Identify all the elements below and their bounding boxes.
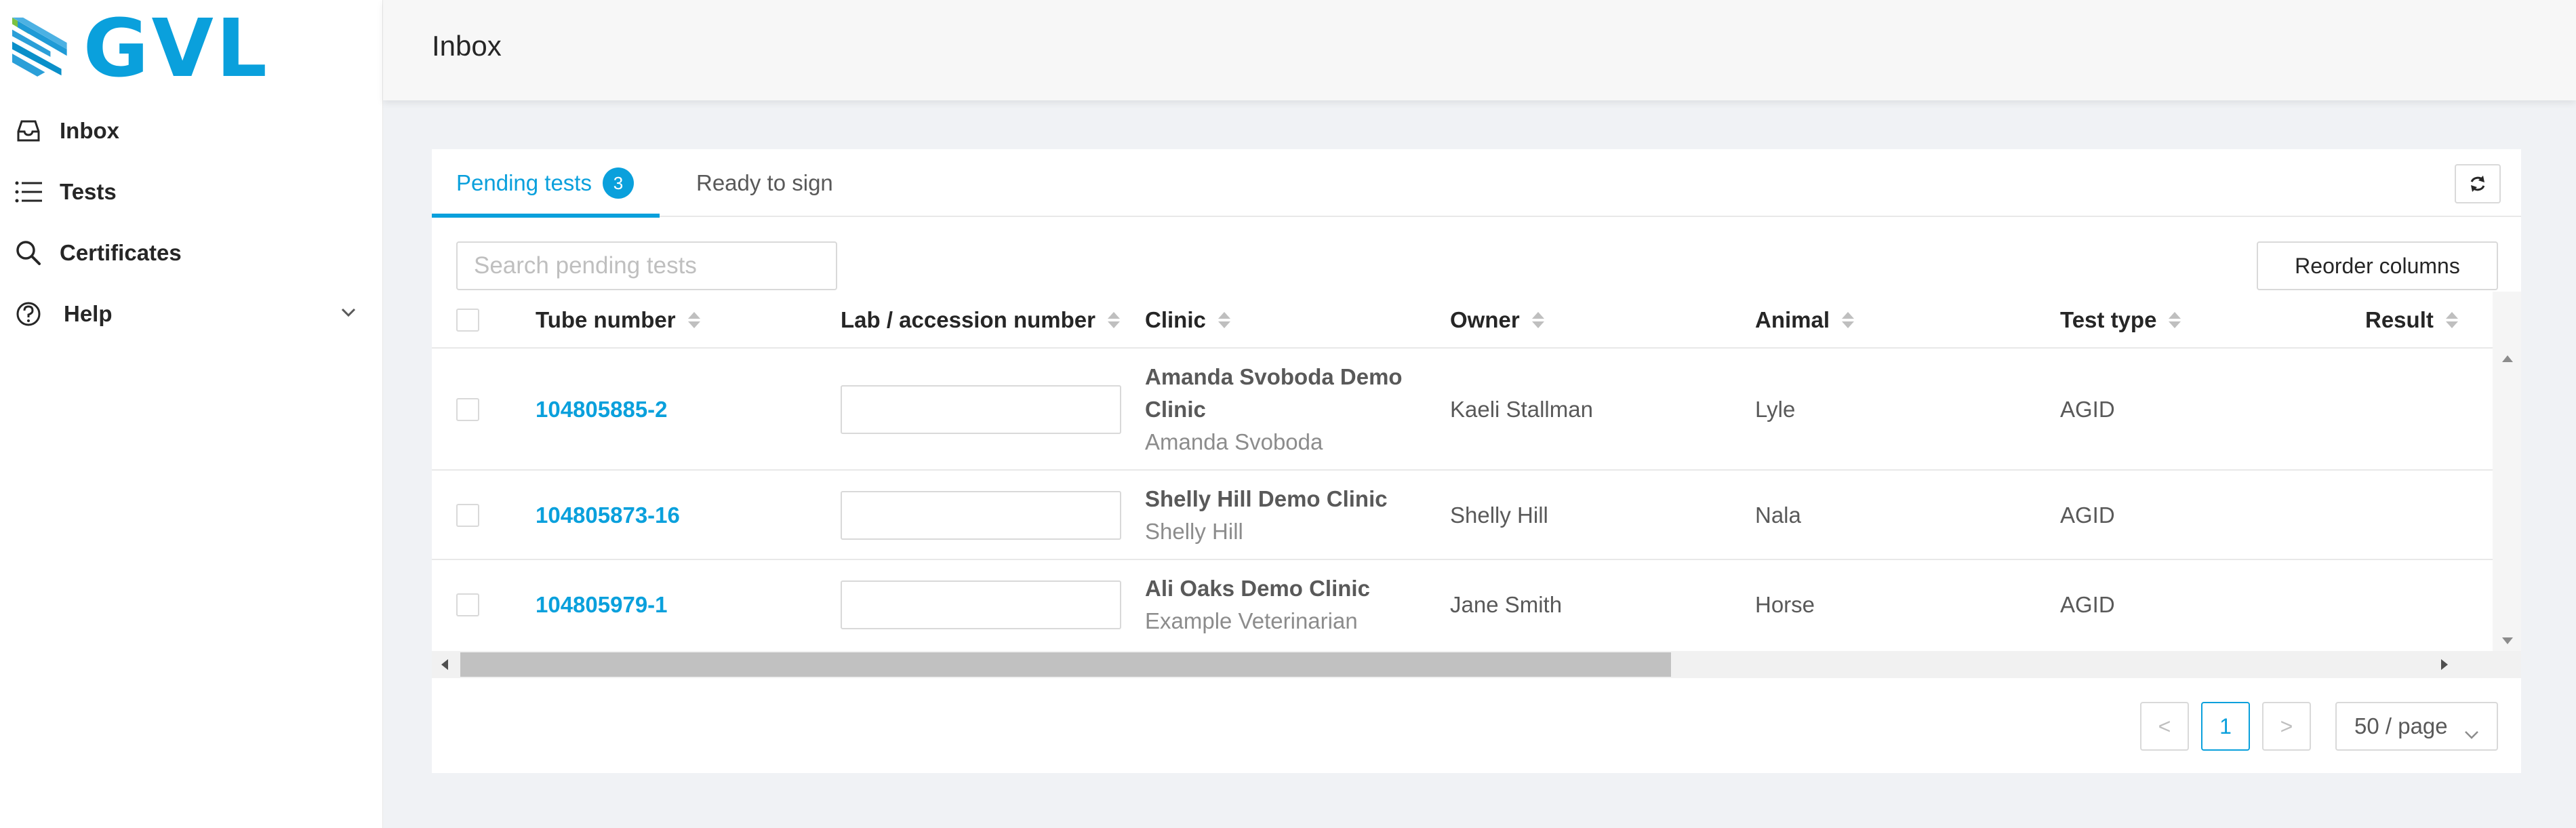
tab-label: Ready to sign: [696, 170, 833, 195]
list-icon: [14, 177, 43, 207]
brand-name: GVL: [83, 1, 270, 95]
column-label: Owner: [1450, 307, 1520, 332]
animal-cell: Horse: [1755, 592, 1815, 617]
tube-number-link[interactable]: 104805873-16: [536, 471, 680, 560]
clinic-veterinarian: Shelly Hill: [1145, 519, 1243, 544]
lab-accession-input[interactable]: [841, 491, 1121, 540]
page-title: Inbox: [432, 30, 502, 62]
row-checkbox[interactable]: [456, 398, 479, 421]
column-header-test-type[interactable]: Test type: [2060, 292, 2181, 349]
table-row: 104805885-2 Amanda Svoboda Demo Clinic A…: [432, 349, 2493, 471]
owner-cell: Kaeli Stallman: [1450, 397, 1593, 422]
sort-icon[interactable]: [2169, 312, 2181, 328]
clinic-name: Shelly Hill Demo Clinic: [1145, 486, 1388, 511]
row-checkbox[interactable]: [456, 593, 479, 616]
tab-pending-tests[interactable]: Pending tests 3: [456, 149, 634, 217]
chevron-down-icon[interactable]: [341, 308, 356, 321]
column-header-owner[interactable]: Owner: [1450, 292, 1544, 349]
clinic-name: Ali Oaks Demo Clinic: [1145, 576, 1370, 601]
scroll-down-arrow-icon[interactable]: [2502, 637, 2513, 644]
gvl-logo-icon: [12, 17, 67, 77]
chevron-down-icon: [2464, 719, 2479, 745]
tab-label: Pending tests: [456, 170, 592, 195]
clinic-cell: Amanda Svoboda Demo Clinic Amanda Svobod…: [1145, 349, 1430, 471]
sidebar-item-label: Tests: [60, 179, 117, 204]
owner-cell: Jane Smith: [1450, 592, 1563, 617]
test-type-cell: AGID: [2060, 397, 2115, 422]
page-size-select[interactable]: 50 / page: [2335, 702, 2498, 751]
tab-ready-to-sign[interactable]: Ready to sign: [696, 149, 833, 217]
lab-accession-input[interactable]: [841, 580, 1121, 629]
gvl-logo[interactable]: GVL: [12, 8, 270, 88]
column-header-clinic[interactable]: Clinic: [1145, 292, 1230, 349]
column-label: Test type: [2060, 307, 2157, 332]
animal-cell: Lyle: [1755, 397, 1796, 422]
sort-icon[interactable]: [1217, 312, 1230, 328]
scroll-right-arrow-icon[interactable]: [2441, 659, 2448, 670]
help-icon: [14, 299, 43, 329]
clinic-veterinarian: Amanda Svoboda: [1145, 429, 1323, 454]
sort-icon[interactable]: [1107, 312, 1120, 328]
tube-number-link[interactable]: 104805979-1: [536, 560, 668, 650]
column-header-animal[interactable]: Animal: [1755, 292, 1855, 349]
sidebar-nav: Inbox Tests Certificates Help: [0, 100, 383, 344]
sort-icon[interactable]: [1531, 312, 1544, 328]
test-type-cell: AGID: [2060, 502, 2115, 528]
sidebar-item-certificates[interactable]: Certificates: [0, 222, 383, 283]
sidebar-item-inbox[interactable]: Inbox: [0, 100, 383, 161]
select-all-cell: [456, 292, 479, 349]
tube-number-link[interactable]: 104805885-2: [536, 349, 668, 471]
active-tab-indicator: [432, 214, 660, 218]
clinic-veterinarian: Example Veterinarian: [1145, 608, 1358, 633]
scroll-up-arrow-icon[interactable]: [2502, 355, 2513, 362]
owner-cell: Shelly Hill: [1450, 502, 1548, 528]
column-label: Lab / accession number: [841, 307, 1095, 332]
table-row: 104805979-1 Ali Oaks Demo Clinic Example…: [432, 560, 2493, 650]
column-header-lab-number[interactable]: Lab / accession number: [841, 292, 1120, 349]
sidebar-item-label: Certificates: [60, 240, 182, 265]
column-label: Result: [2365, 307, 2434, 332]
table-row: 104805873-16 Shelly Hill Demo Clinic She…: [432, 471, 2493, 560]
search-icon: [14, 238, 43, 268]
sort-icon[interactable]: [687, 312, 700, 328]
reorder-columns-button[interactable]: Reorder columns: [2257, 241, 2498, 290]
refresh-button[interactable]: [2455, 164, 2501, 203]
horizontal-scrollbar[interactable]: [432, 651, 2521, 678]
column-label: Clinic: [1145, 307, 1206, 332]
pending-tests-card: Pending tests 3 Ready to sign Reorder co…: [432, 149, 2521, 773]
sidebar-item-label: Inbox: [60, 118, 119, 143]
page-size-value: 50 / page: [2354, 713, 2448, 738]
column-label: Tube number: [536, 307, 676, 332]
column-label: Animal: [1755, 307, 1830, 332]
clinic-cell: Ali Oaks Demo Clinic Example Veterinaria…: [1145, 560, 1430, 650]
column-header-result[interactable]: Result: [2365, 292, 2458, 349]
sidebar: GVL Inbox Tests Certificates Help: [0, 0, 383, 828]
inbox-icon: [14, 116, 43, 146]
prev-page-button[interactable]: <: [2140, 702, 2189, 751]
search-input[interactable]: [456, 241, 837, 290]
select-all-checkbox[interactable]: [456, 309, 479, 332]
sidebar-item-help[interactable]: Help: [0, 283, 383, 344]
scrollbar-thumb[interactable]: [460, 652, 1671, 677]
vertical-scrollbar[interactable]: [2493, 292, 2521, 677]
column-header-tube-number[interactable]: Tube number: [536, 292, 700, 349]
test-type-cell: AGID: [2060, 592, 2115, 617]
next-page-button[interactable]: >: [2262, 702, 2311, 751]
sidebar-item-label: Help: [64, 301, 113, 326]
animal-cell: Nala: [1755, 502, 1801, 528]
refresh-icon: [2470, 176, 2485, 192]
sidebar-item-tests[interactable]: Tests: [0, 161, 383, 222]
count-badge: 3: [602, 167, 634, 199]
tab-bar: Pending tests 3 Ready to sign: [432, 149, 2521, 218]
row-checkbox[interactable]: [456, 504, 479, 527]
table-header: Tube number Lab / accession number Clini…: [432, 292, 2493, 349]
sort-icon[interactable]: [2445, 312, 2458, 328]
page-header: Inbox: [383, 0, 2576, 100]
clinic-name: Amanda Svoboda Demo Clinic: [1145, 364, 1403, 422]
scroll-left-arrow-icon[interactable]: [441, 659, 448, 670]
lab-accession-input[interactable]: [841, 385, 1121, 434]
page-1-button[interactable]: 1: [2201, 702, 2250, 751]
sort-icon[interactable]: [1842, 312, 1855, 328]
clinic-cell: Shelly Hill Demo Clinic Shelly Hill: [1145, 471, 1430, 560]
